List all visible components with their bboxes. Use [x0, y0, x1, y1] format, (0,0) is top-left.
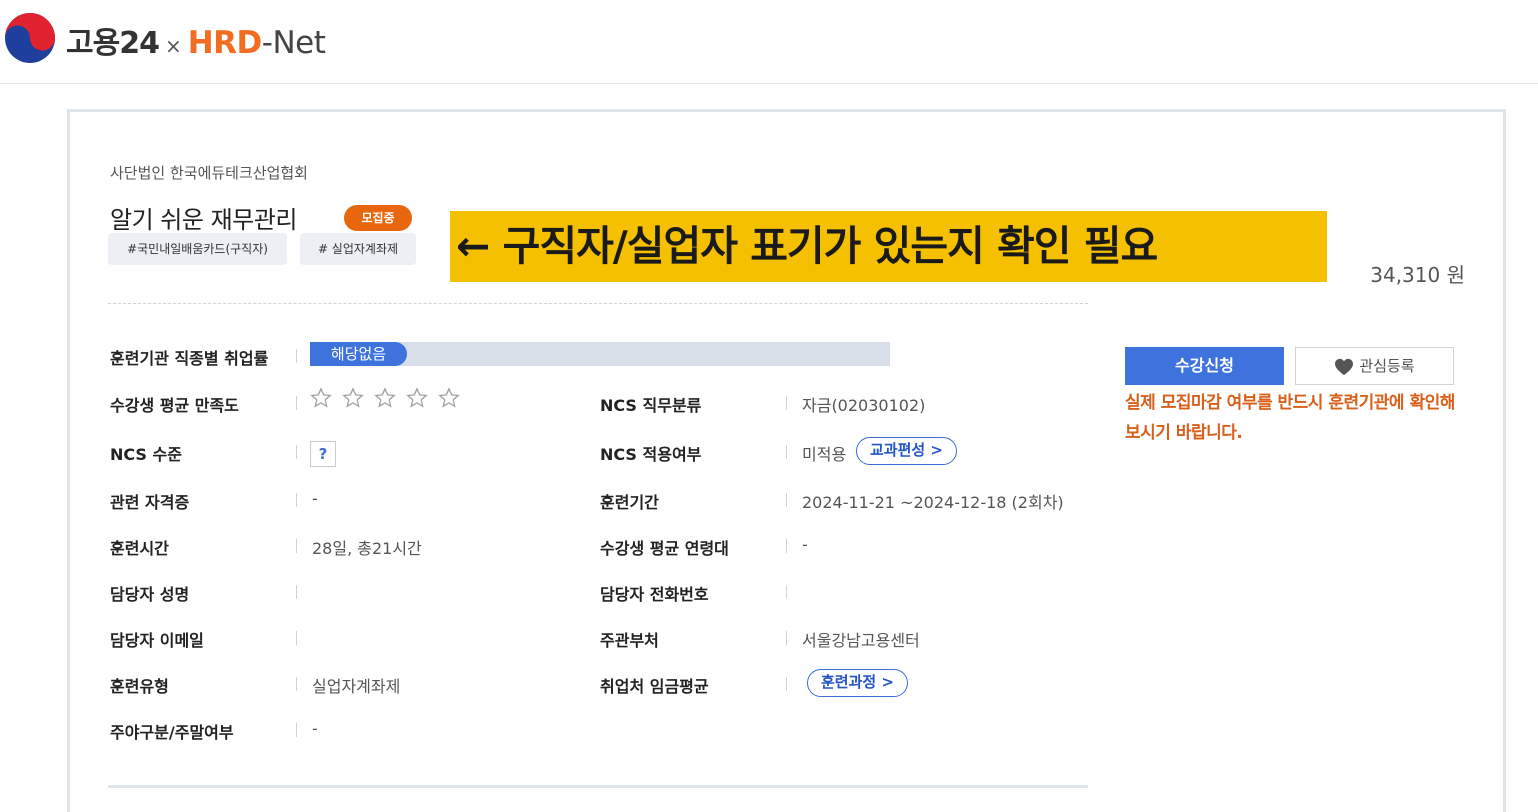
manager-name-label: 담당자 성명	[110, 585, 190, 604]
separator	[786, 539, 787, 553]
training-type-value: 실업자계좌제	[312, 677, 401, 696]
satisfaction-stars	[310, 387, 460, 409]
separator	[786, 396, 787, 410]
hours-label: 훈련시간	[110, 539, 169, 558]
training-org-name: 사단법인 한국에듀테크산업협회	[110, 164, 308, 182]
ncs-apply-value: 미적용	[802, 445, 847, 464]
brand-main-text: 고용24	[66, 26, 160, 61]
star-empty-icon	[374, 387, 396, 408]
separator	[296, 585, 297, 599]
course-title: 알기 쉬운 재무관리	[110, 206, 297, 234]
star-empty-icon	[310, 387, 332, 408]
separator	[786, 631, 787, 645]
interest-button-label: 관심등록	[1359, 357, 1415, 375]
cert-label: 관련 자격증	[110, 493, 190, 512]
taegeuk-logo-icon[interactable]	[4, 12, 56, 64]
dept-label: 주관부처	[600, 631, 659, 650]
separator	[296, 677, 297, 691]
separator	[296, 539, 297, 553]
dept-value: 서울강남고용센터	[802, 631, 920, 650]
course-price: 34,310 원	[1370, 263, 1465, 287]
tag-naeil-card: #국민내일배움카드(구직자)	[108, 233, 287, 265]
apply-button[interactable]: 수강신청	[1125, 347, 1284, 385]
period-value: 2024-11-21 ~2024-12-18 (2회차)	[802, 493, 1064, 512]
separator	[786, 493, 787, 507]
age-value: -	[802, 535, 808, 554]
cert-value: -	[312, 489, 318, 508]
separator	[786, 585, 787, 599]
brand-separator: ×	[164, 34, 182, 58]
status-badge: 모집중	[344, 205, 412, 231]
interest-button[interactable]: 관심등록	[1295, 347, 1454, 385]
manager-phone-label: 담당자 전화번호	[600, 585, 709, 604]
separator	[296, 349, 297, 363]
bottom-divider	[108, 785, 1088, 788]
site-header: 고용24 × HRD -Net	[0, 0, 1538, 84]
ncs-apply-label: NCS 적용여부	[600, 445, 702, 464]
separator	[296, 723, 297, 737]
employment-rate-bar: 해당없음	[310, 342, 890, 366]
satisfaction-label: 수강생 평균 만족도	[110, 396, 239, 415]
employment-rate-value: 해당없음	[310, 342, 407, 366]
age-label: 수강생 평균 연령대	[600, 539, 729, 558]
separator	[786, 677, 787, 691]
star-empty-icon	[406, 387, 428, 408]
brand-logo[interactable]: 고용24 × HRD -Net	[66, 18, 326, 62]
ncs-class-value: 자금(02030102)	[802, 396, 926, 415]
daynight-label: 주야구분/주말여부	[110, 723, 234, 742]
course-detail-card: 사단법인 한국에듀테크산업협회 알기 쉬운 재무관리 모집중 #국민내일배움카드…	[67, 109, 1506, 812]
annotation-callout: ← 구직자/실업자 표기가 있는지 확인 필요	[450, 211, 1327, 282]
separator	[296, 493, 297, 507]
hours-value: 28일, 총21시간	[312, 539, 422, 558]
training-course-button[interactable]: 훈련과정 >	[807, 669, 908, 697]
period-label: 훈련기간	[600, 493, 659, 512]
employment-rate-label: 훈련기관 직종별 취업률	[110, 349, 269, 368]
separator	[786, 445, 787, 459]
curriculum-button[interactable]: 교과편성 >	[856, 437, 957, 465]
brand-hrd-text: HRD	[187, 25, 263, 61]
ncs-level-label: NCS 수준	[110, 445, 182, 464]
heart-icon	[1335, 358, 1354, 375]
training-type-label: 훈련유형	[110, 677, 169, 696]
separator	[296, 445, 297, 459]
recruitment-notice: 실제 모집마감 여부를 반드시 훈련기관에 확인해보시기 바랍니다.	[1125, 393, 1455, 443]
separator	[296, 396, 297, 410]
star-empty-icon	[438, 387, 460, 408]
divider	[108, 303, 1088, 304]
brand-net-text: -Net	[261, 25, 326, 61]
star-empty-icon	[342, 387, 364, 408]
ncs-level-help-button[interactable]: ?	[310, 441, 336, 467]
manager-email-label: 담당자 이메일	[110, 631, 204, 650]
wage-label: 취업처 임금평균	[600, 677, 709, 696]
separator	[296, 631, 297, 645]
daynight-value: -	[312, 719, 318, 738]
ncs-class-label: NCS 직무분류	[600, 396, 702, 415]
tag-unemployed-account: # 실업자계좌제	[300, 233, 416, 265]
